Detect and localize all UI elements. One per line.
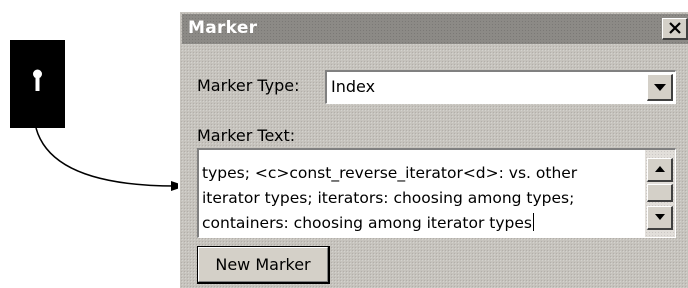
marker-text-line-3-content: containers: choosing among iterator type… [202,214,532,232]
marker-text-line-1: types; <c>const_reverse_iterator<d>: vs.… [202,164,578,182]
scroll-up-arrow-icon [654,166,665,172]
scroll-down-arrow-icon [654,214,665,220]
scroll-up-button[interactable] [647,158,673,182]
marker-type-value: Index [331,77,376,96]
marker-dialog: Marker Marker Type: Index Marker Text: t… [178,10,688,288]
vertical-scrollbar[interactable] [645,150,675,237]
marker-text-label: Marker Text: [197,126,296,145]
marker-type-select[interactable]: Index [325,70,676,104]
marker-type-dropdown-button[interactable] [647,74,673,101]
marker-type-label: Marker Type: [197,76,300,95]
close-x-icon [668,22,681,34]
new-marker-button-face: New Marker [198,247,328,282]
scroll-down-button[interactable] [647,206,673,230]
title-bar[interactable]: Marker [182,14,688,44]
marker-text-field[interactable]: types; <c>const_reverse_iterator<d>: vs.… [197,148,676,238]
scroll-thumb[interactable] [647,184,673,202]
marker-anchor-icon [10,40,65,128]
text-caret [532,213,534,231]
marker-text-line-3: containers: choosing among iterator type… [202,211,642,236]
new-marker-label: New Marker [215,255,311,274]
close-button[interactable] [662,18,688,40]
dialog-title: Marker [188,18,258,38]
marker-text-line-2: iterator types; iterators: choosing amon… [202,189,575,207]
chevron-down-icon [653,84,666,91]
new-marker-button[interactable]: New Marker [197,246,330,284]
